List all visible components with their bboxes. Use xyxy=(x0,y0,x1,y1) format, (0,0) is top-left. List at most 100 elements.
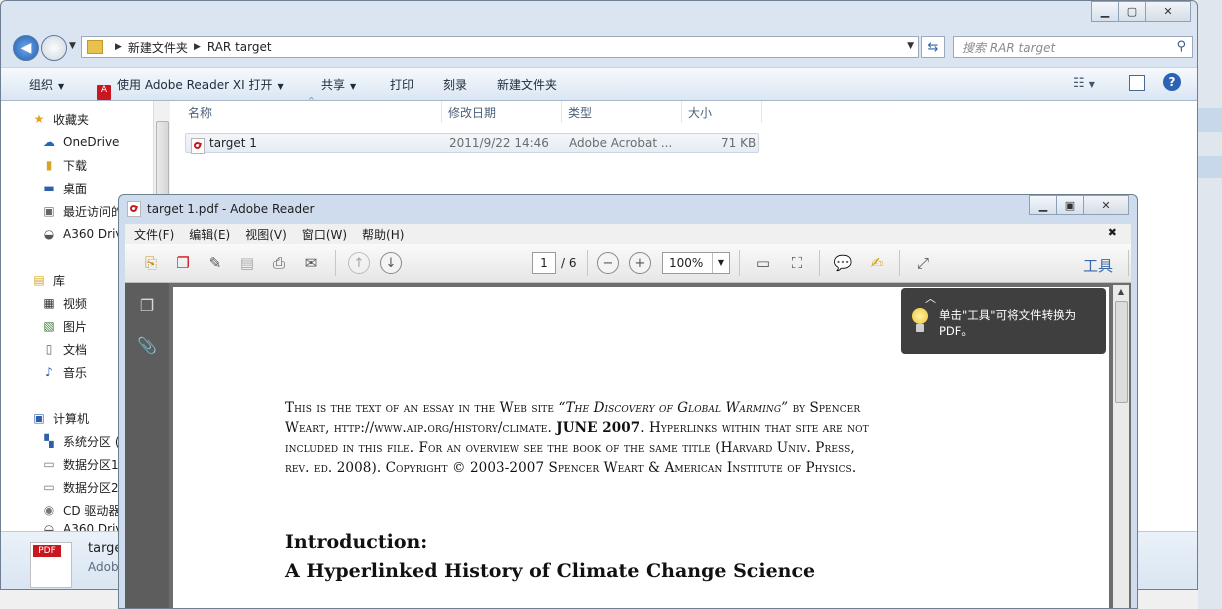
dropdown-arrow-icon: ▼ xyxy=(277,82,284,91)
file-row[interactable]: target 1 2011/9/22 14:46 Adobe Acrobat .… xyxy=(185,133,759,154)
minimize-button[interactable]: ▁ xyxy=(1029,195,1057,215)
sidebar-item-music[interactable]: ♪ 音乐 xyxy=(41,362,87,382)
doc-text: . Hyperlinks within that site are not xyxy=(640,420,869,436)
column-header-label: 修改日期 xyxy=(448,105,497,120)
sidebar-item-videos[interactable]: ▦ 视频 xyxy=(41,293,87,313)
search-icon[interactable]: ⚲ xyxy=(1176,39,1186,54)
chevron-right-icon[interactable]: ▶ xyxy=(194,42,201,52)
sidebar-item-pictures[interactable]: ▧ 图片 xyxy=(41,316,87,336)
sidebar-item-recent[interactable]: ▣ 最近访问的 xyxy=(41,201,123,221)
minimize-button[interactable]: ▁ xyxy=(1091,1,1119,22)
sidebar-item-cd-drive[interactable]: ◉ CD 驱动器 xyxy=(41,500,121,520)
column-header-date[interactable]: 修改日期 xyxy=(442,101,562,123)
close-button[interactable]: ✕ xyxy=(1083,195,1129,215)
new-folder-button[interactable]: 新建文件夹 xyxy=(497,76,557,93)
open-with-button[interactable]: A 使用 Adobe Reader XI 打开 ▼ xyxy=(97,76,284,100)
history-dropdown-icon[interactable]: ▼ xyxy=(69,41,76,51)
preview-pane-icon[interactable] xyxy=(1129,75,1145,91)
sidebar-item-favorites[interactable]: ★ 收藏夹 xyxy=(31,109,89,129)
back-button[interactable]: ◀ xyxy=(13,35,39,61)
attachments-icon[interactable]: 📎 xyxy=(135,333,159,357)
sidebar-item-label: 文档 xyxy=(63,342,88,357)
close-document-icon[interactable]: ✖ xyxy=(1108,226,1117,239)
menu-edit[interactable]: 编辑(E) xyxy=(189,226,230,243)
reader-menu-bar: 文件(F) 编辑(E) 视图(V) 窗口(W) 帮助(H) ✖ xyxy=(125,224,1131,244)
restore-icon: ▣ xyxy=(1064,198,1076,212)
menu-help[interactable]: 帮助(H) xyxy=(362,226,404,243)
refresh-button[interactable]: ⇆ xyxy=(921,36,945,58)
column-header-label: 名称 xyxy=(188,105,213,120)
sidebar-item-a360[interactable]: ◒ A360 Drive xyxy=(41,224,130,244)
print-icon[interactable]: ⎙ xyxy=(267,251,291,275)
document-scrollbar[interactable]: ▲ xyxy=(1113,285,1129,608)
menu-file[interactable]: 文件(F) xyxy=(134,226,174,243)
print-button[interactable]: 打印 xyxy=(390,76,414,93)
column-header-size[interactable]: 大小 xyxy=(682,101,762,123)
refresh-icon: ⇆ xyxy=(927,39,939,55)
sidebar-item-label: 最近访问的 xyxy=(63,204,124,219)
page-thumbnails-icon[interactable]: ❐ xyxy=(135,293,159,317)
sidebar-item-label: OneDrive xyxy=(63,135,120,149)
menu-view[interactable]: 视图(V) xyxy=(245,226,287,243)
toolbar-separator xyxy=(335,250,336,276)
forward-button[interactable] xyxy=(41,35,67,61)
documents-icon: ▯ xyxy=(45,342,53,356)
plus-icon: + xyxy=(629,252,651,274)
burn-button[interactable]: 刻录 xyxy=(443,76,467,93)
sidebar-item-label: 库 xyxy=(53,273,66,288)
highlight-text-icon[interactable]: ✍ xyxy=(865,251,889,275)
close-icon: ✕ xyxy=(1163,5,1173,18)
sidebar-item-downloads[interactable]: ▮ 下载 xyxy=(41,155,87,175)
sidebar-item-data-partition-2[interactable]: ▭ 数据分区2 xyxy=(41,477,118,497)
scroll-up-icon[interactable]: ▲ xyxy=(1113,285,1129,299)
scrollbar-thumb[interactable] xyxy=(1115,301,1128,403)
chevron-up-icon[interactable]: ︿ xyxy=(925,290,936,306)
restore-button[interactable]: ▣ xyxy=(1056,195,1084,215)
zoom-select[interactable]: 100% ▼ xyxy=(662,252,730,274)
sidebar-item-onedrive[interactable]: ☁ OneDrive xyxy=(41,132,119,152)
open-file-icon[interactable]: ⎘ xyxy=(139,251,163,275)
page-number-input[interactable]: 1 xyxy=(532,252,556,274)
fit-page-icon[interactable]: ▭ xyxy=(751,251,775,275)
a360-drive-icon: ◒ xyxy=(43,227,55,241)
help-icon[interactable]: ? xyxy=(1163,73,1181,91)
column-header-name[interactable]: 名称 ^ xyxy=(182,96,442,123)
breadcrumb-item[interactable]: 新建文件夹 xyxy=(128,39,188,56)
sticky-note-icon[interactable]: 💬 xyxy=(831,251,855,275)
next-page-button[interactable]: ↓ xyxy=(379,251,403,275)
close-button[interactable]: ✕ xyxy=(1145,1,1191,22)
sidebar-item-system-partition[interactable]: ▚ 系统分区 ( xyxy=(41,431,119,451)
maximize-button[interactable]: ▢ xyxy=(1118,1,1146,22)
address-bar[interactable]: ▶ 新建文件夹 ▶ RAR target ▼ xyxy=(81,36,919,58)
previous-page-button[interactable]: ↑ xyxy=(347,251,371,275)
email-icon[interactable]: ✉ xyxy=(299,251,323,275)
edit-pdf-icon[interactable]: ✎ xyxy=(203,251,227,275)
create-pdf-icon[interactable]: ❐ xyxy=(171,251,195,275)
breadcrumb-item[interactable]: RAR target xyxy=(207,40,272,54)
sidebar-item-libraries[interactable]: ▤ 库 xyxy=(31,270,65,290)
sidebar-item-desktop[interactable]: ▬ 桌面 xyxy=(41,178,87,198)
address-dropdown-icon[interactable]: ▼ xyxy=(907,41,914,51)
full-screen-icon[interactable]: ⤢ xyxy=(911,251,935,275)
sidebar-item-data-partition-1[interactable]: ▭ 数据分区1 xyxy=(41,454,118,474)
view-options-icon[interactable]: ☷ ▼ xyxy=(1073,76,1095,91)
toolbar-separator xyxy=(587,250,588,276)
pictures-icon: ▧ xyxy=(43,319,55,333)
search-input[interactable]: 搜索 RAR target ⚲ xyxy=(953,36,1193,58)
tools-pane-button[interactable]: 工具 xyxy=(1083,255,1113,276)
column-header-type[interactable]: 类型 xyxy=(562,101,682,123)
zoom-in-button[interactable]: + xyxy=(628,251,652,275)
sidebar-item-computer[interactable]: ▣ 计算机 xyxy=(31,408,89,428)
zoom-out-button[interactable]: − xyxy=(596,251,620,275)
save-icon[interactable]: ▤ xyxy=(235,251,259,275)
doc-site-title: “The Discovery of Global Warming” xyxy=(558,400,789,416)
command-bar: 组织 ▼ A 使用 Adobe Reader XI 打开 ▼ 共享 ▼ 打印 刻录 新建… xyxy=(1,67,1197,101)
organize-menu[interactable]: 组织 ▼ xyxy=(29,76,64,93)
menu-window[interactable]: 窗口(W) xyxy=(302,226,347,243)
lightbulb-icon xyxy=(911,308,929,334)
fit-width-icon[interactable]: ⛶ xyxy=(785,251,809,275)
chevron-right-icon[interactable]: ▶ xyxy=(115,42,122,52)
windows-drive-icon: ▚ xyxy=(44,434,54,448)
sidebar-item-documents[interactable]: ▯ 文档 xyxy=(41,339,87,359)
share-menu[interactable]: 共享 ▼ xyxy=(321,76,356,93)
